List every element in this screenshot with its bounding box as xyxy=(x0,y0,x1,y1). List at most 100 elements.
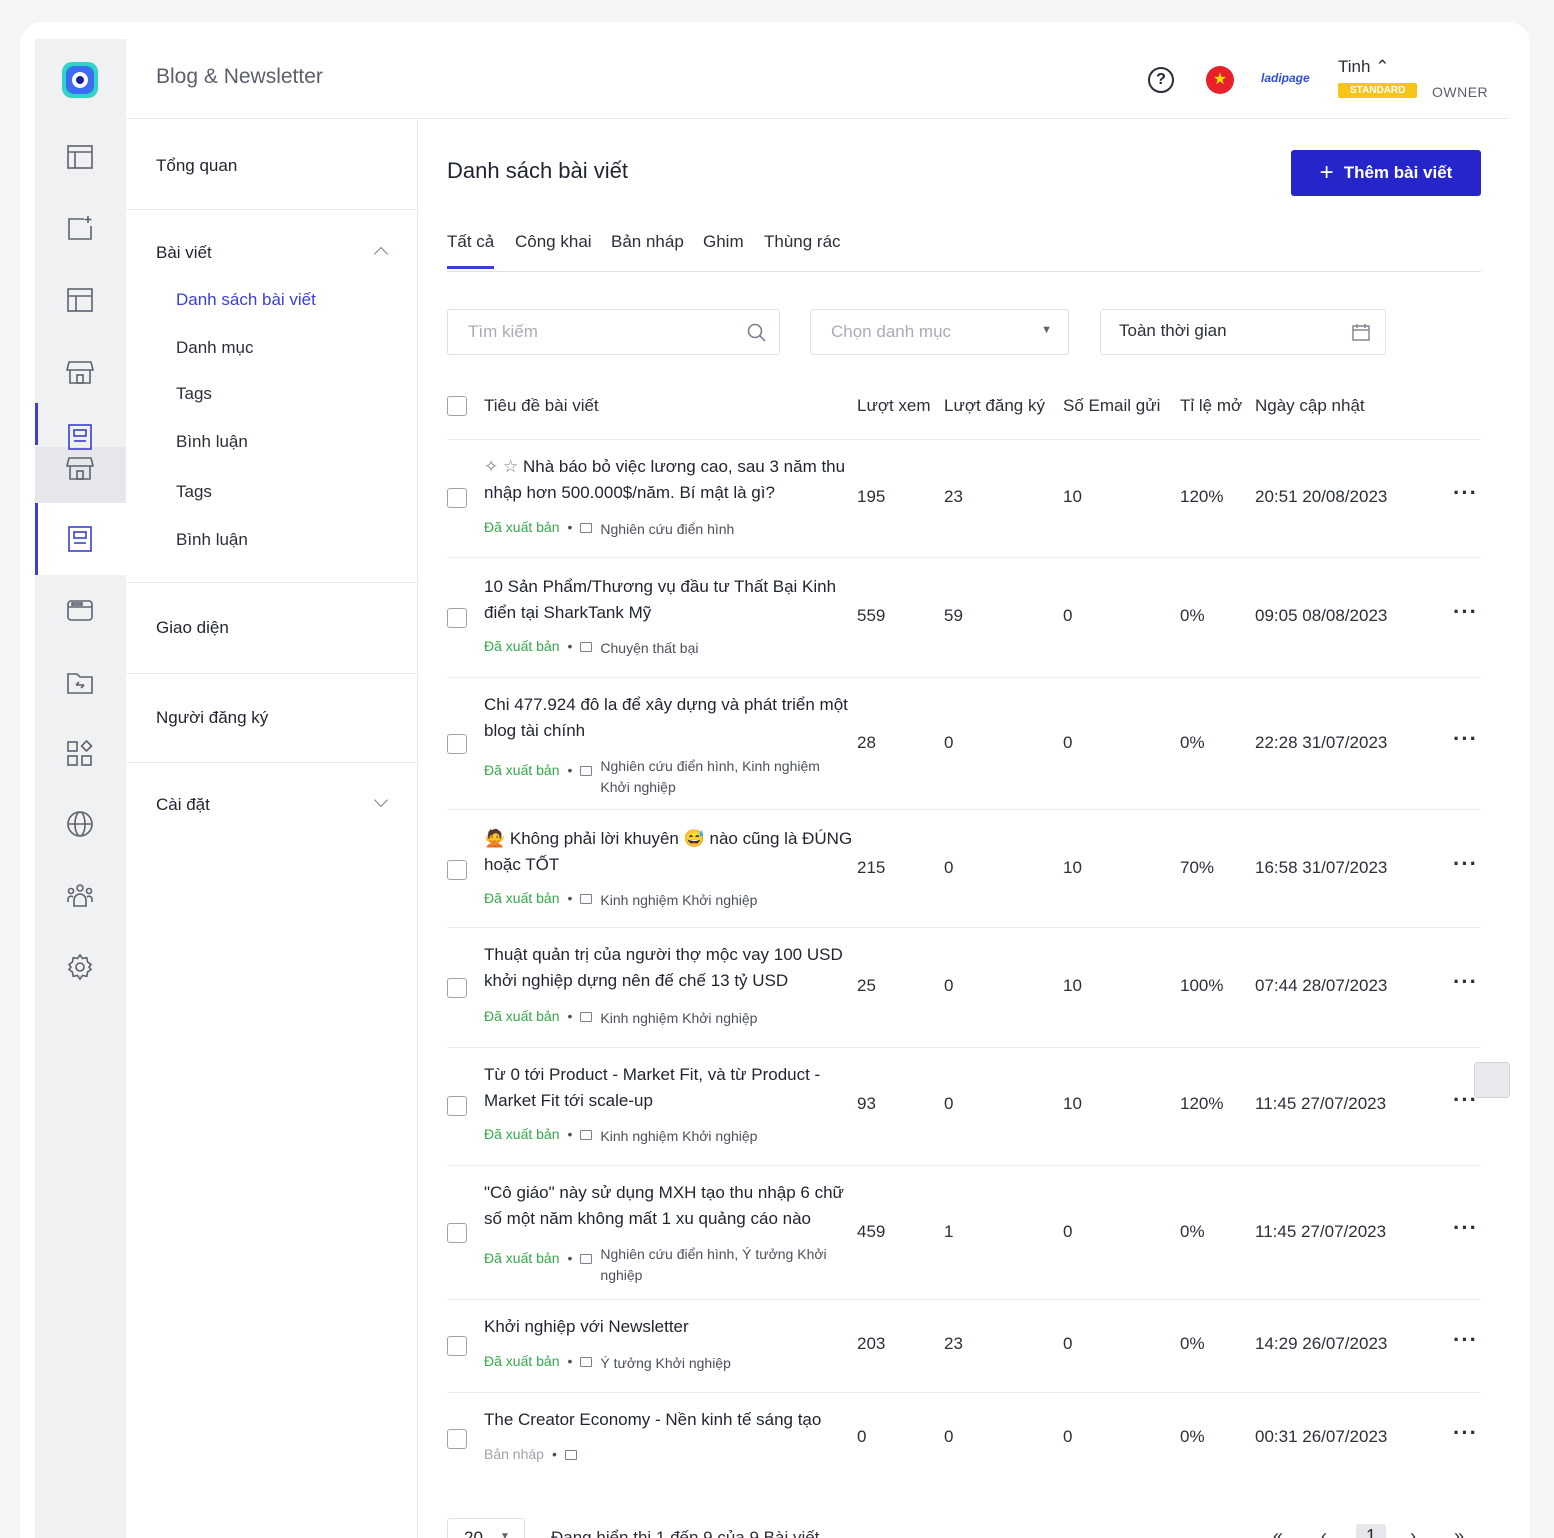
col-updated[interactable]: Ngày cập nhật xyxy=(1255,396,1365,416)
page-size-select[interactable]: 20 ▼ xyxy=(447,1518,525,1538)
template-icon[interactable] xyxy=(65,285,95,315)
menu-posts[interactable]: Bài viết xyxy=(126,243,418,263)
more-actions-icon[interactable]: ··· xyxy=(1453,969,1478,995)
col-open-rate[interactable]: Tỉ lệ mở xyxy=(1180,396,1242,416)
post-title[interactable]: Thuật quản trị của người thợ mộc vay 100… xyxy=(484,942,864,994)
more-actions-icon[interactable]: ··· xyxy=(1453,1420,1478,1446)
row-checkbox[interactable] xyxy=(447,1429,467,1449)
more-actions-icon[interactable]: ··· xyxy=(1453,599,1478,625)
post-meta: Đã xuất bản • Nghiên cứu điển hình, Ý tư… xyxy=(484,1244,840,1286)
select-all-checkbox[interactable] xyxy=(447,396,467,416)
brand-logo[interactable]: ladipage xyxy=(1261,71,1310,85)
table-row[interactable]: Chi 477.924 đô la để xây dựng và phát tr… xyxy=(447,678,1481,810)
menu-settings[interactable]: Cài đặt xyxy=(126,792,418,815)
layout-icon[interactable] xyxy=(65,142,95,172)
post-title[interactable]: "Cô giáo" này sử dụng MXH tạo thu nhập 6… xyxy=(484,1180,864,1232)
user-name[interactable]: Tinh ⌃ xyxy=(1338,57,1389,77)
table-row[interactable]: 🙅 Không phải lời khuyên 😅 nào cũng là ĐÚ… xyxy=(447,810,1481,928)
star-icon[interactable]: ☆ xyxy=(503,457,518,476)
chevron-up-icon: ⌃ xyxy=(1375,57,1390,76)
table-row[interactable]: Từ 0 tới Product - Market Fit, và từ Pro… xyxy=(447,1048,1481,1166)
more-actions-icon[interactable]: ··· xyxy=(1453,480,1478,506)
row-checkbox[interactable] xyxy=(447,978,467,998)
post-title[interactable]: The Creator Economy - Nền kinh tế sáng t… xyxy=(484,1407,854,1433)
blog-icon[interactable] xyxy=(65,422,95,452)
row-checkbox[interactable] xyxy=(447,608,467,628)
post-title[interactable]: Từ 0 tới Product - Market Fit, và từ Pro… xyxy=(484,1062,854,1114)
tab-pinned[interactable]: Ghim xyxy=(703,232,744,266)
menu-overview[interactable]: Tổng quan xyxy=(126,156,418,176)
app-logo[interactable] xyxy=(59,59,101,101)
language-flag-icon[interactable]: ★ xyxy=(1206,66,1234,94)
menu-tags[interactable]: Tags xyxy=(176,482,212,502)
rail-highlight-edge xyxy=(35,403,38,445)
tab-all[interactable]: Tất cả xyxy=(447,232,495,269)
apps-icon[interactable] xyxy=(65,739,95,769)
post-title[interactable]: Chi 477.924 đô la để xây dựng và phát tr… xyxy=(484,692,854,744)
post-title[interactable]: 10 Sản Phẩm/Thương vụ đầu tư Thất Bại Ki… xyxy=(484,574,854,626)
menu-appearance[interactable]: Giao diện xyxy=(126,618,418,638)
menu-subscribers[interactable]: Người đăng ký xyxy=(126,708,418,728)
folder-icon xyxy=(564,1450,577,1460)
row-checkbox[interactable] xyxy=(447,1096,467,1116)
last-page-icon[interactable]: » xyxy=(1454,1526,1464,1538)
col-views[interactable]: Lượt xem xyxy=(857,396,931,416)
more-actions-icon[interactable]: ··· xyxy=(1453,1215,1478,1241)
menu-tags[interactable]: Tags xyxy=(176,384,212,404)
blog-icon[interactable] xyxy=(65,524,95,554)
chat-widget-icon[interactable] xyxy=(1474,1062,1510,1098)
tab-drafts[interactable]: Bản nháp xyxy=(611,232,684,266)
post-title[interactable]: 🙅 Không phải lời khuyên 😅 nào cũng là ĐÚ… xyxy=(484,826,854,878)
table-row[interactable]: ✧ ☆ Nhà báo bỏ việc lương cao, sau 3 năm… xyxy=(447,440,1481,558)
users-icon[interactable] xyxy=(65,881,95,911)
store-icon[interactable] xyxy=(65,453,95,483)
open-rate: 0% xyxy=(1180,606,1205,625)
menu-comments[interactable]: Bình luận xyxy=(176,432,248,452)
more-actions-icon[interactable]: ··· xyxy=(1453,726,1478,752)
pin-icon[interactable]: ✧ xyxy=(484,457,498,476)
menu-comments[interactable]: Bình luận xyxy=(176,530,248,550)
settings-icon[interactable] xyxy=(65,952,95,982)
tab-trash[interactable]: Thùng rác xyxy=(764,232,841,266)
more-actions-icon[interactable]: ··· xyxy=(1453,851,1478,877)
help-icon[interactable]: ? xyxy=(1148,67,1174,93)
new-page-icon[interactable] xyxy=(65,213,95,243)
table-row[interactable]: "Cô giáo" này sử dụng MXH tạo thu nhập 6… xyxy=(447,1166,1481,1300)
menu-categories[interactable]: Danh mục xyxy=(176,338,253,358)
row-checkbox[interactable] xyxy=(447,488,467,508)
post-title[interactable]: Khởi nghiệp với Newsletter xyxy=(484,1314,854,1340)
emails-sent-count: 0 xyxy=(1063,1222,1073,1241)
table-row[interactable]: Khởi nghiệp với Newsletter Đã xuất bản •… xyxy=(447,1300,1481,1393)
more-actions-icon[interactable]: ··· xyxy=(1453,1327,1478,1353)
table-row[interactable]: Thuật quản trị của người thợ mộc vay 100… xyxy=(447,928,1481,1048)
first-page-icon[interactable]: « xyxy=(1273,1526,1283,1538)
folder-icon[interactable] xyxy=(65,667,95,697)
col-subscriptions[interactable]: Lượt đăng ký xyxy=(944,396,1045,416)
row-checkbox[interactable] xyxy=(447,1223,467,1243)
table-row[interactable]: The Creator Economy - Nền kinh tế sáng t… xyxy=(447,1393,1481,1489)
table-row[interactable]: 10 Sản Phẩm/Thương vụ đầu tư Thất Bại Ki… xyxy=(447,558,1481,678)
search-input[interactable]: Tìm kiếm xyxy=(447,309,780,355)
views-count: 0 xyxy=(857,1427,867,1446)
menu-post-list[interactable]: Danh sách bài viết xyxy=(176,290,316,310)
open-rate: 120% xyxy=(1180,1094,1224,1113)
globe-icon[interactable] xyxy=(65,809,95,839)
post-category: Nghiên cứu điển hình, Kinh nghiệm Khởi n… xyxy=(600,758,820,795)
category-select[interactable]: Chọn danh mục ▼ xyxy=(810,309,1069,355)
post-title[interactable]: ✧ ☆ Nhà báo bỏ việc lương cao, sau 3 năm… xyxy=(484,454,854,506)
row-checkbox[interactable] xyxy=(447,860,467,880)
prev-page-icon[interactable]: ‹ xyxy=(1321,1526,1327,1538)
store-icon[interactable] xyxy=(65,357,95,387)
row-checkbox[interactable] xyxy=(447,1336,467,1356)
row-checkbox[interactable] xyxy=(447,734,467,754)
tab-public[interactable]: Công khai xyxy=(515,232,592,266)
updated-date: 07:44 28/07/2023 xyxy=(1255,976,1388,995)
col-title[interactable]: Tiêu đề bài viết xyxy=(484,396,599,416)
col-emails-sent[interactable]: Số Email gửi xyxy=(1063,396,1160,416)
next-page-icon[interactable]: › xyxy=(1410,1526,1416,1538)
page-number-current[interactable]: 1 xyxy=(1356,1524,1387,1538)
emails-sent-count: 0 xyxy=(1063,606,1073,625)
add-post-button[interactable]: + Thêm bài viết xyxy=(1291,150,1481,196)
media-icon[interactable] xyxy=(65,595,95,625)
date-range-picker[interactable]: Toàn thời gian xyxy=(1100,309,1386,355)
